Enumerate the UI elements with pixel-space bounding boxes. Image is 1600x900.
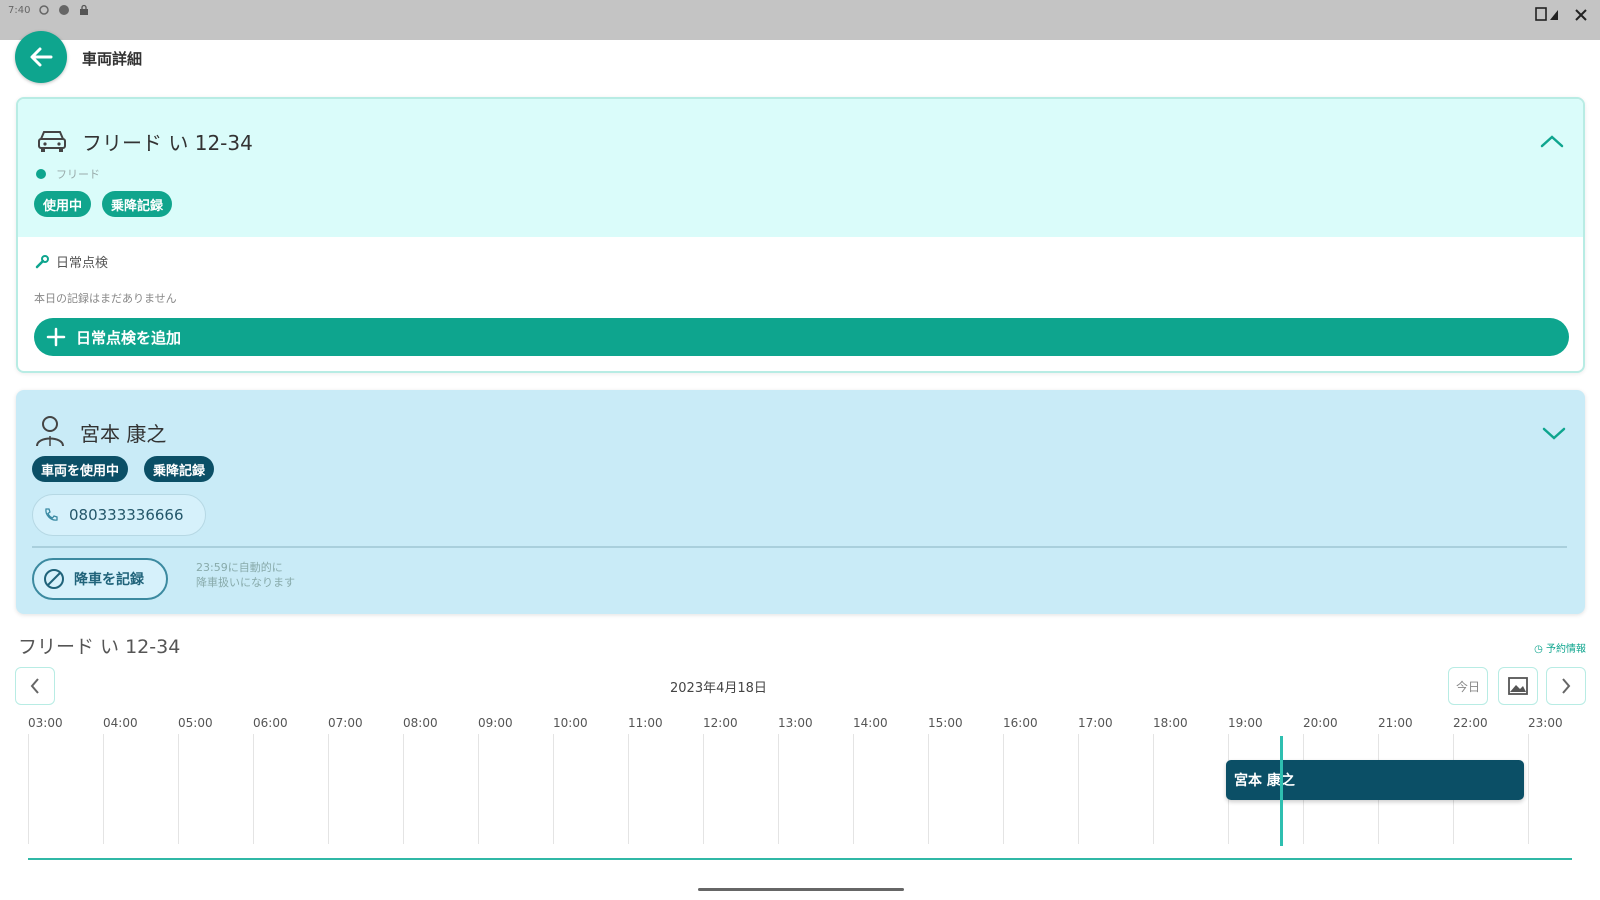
- phone-number: 080333336666: [69, 506, 184, 524]
- no-entry-icon: [44, 569, 64, 589]
- hour-label: 05:00: [178, 716, 213, 730]
- today-label: 今日: [1455, 679, 1480, 694]
- close-icon[interactable]: [1574, 8, 1588, 22]
- hour-gridline: [1528, 734, 1529, 844]
- hour-label: 10:00: [553, 716, 588, 730]
- current-time-line: [1280, 736, 1283, 846]
- hour-label: 14:00: [853, 716, 888, 730]
- hour-gridline: [778, 734, 779, 844]
- schedule-date: 2023年4月18日: [670, 681, 767, 696]
- timeline[interactable]: 03:00 04:00 05:00 06:00 07:00 08:00 09:00 10:00…: [0, 710, 1600, 860]
- no-record-note: 本日の記録はまだありません: [34, 292, 177, 305]
- hour-label: 23:00: [1528, 716, 1563, 730]
- car-icon: [38, 131, 66, 152]
- hour-gridline: [1078, 734, 1079, 844]
- hour-label: 06:00: [253, 716, 288, 730]
- auto-alighting-note: 23:59に自動的に 降車扱いになります: [196, 560, 356, 590]
- image-icon: [1508, 677, 1528, 695]
- hour-label: 15:00: [928, 716, 963, 730]
- prev-day-button[interactable]: [15, 667, 55, 705]
- hour-gridline: [1153, 734, 1154, 844]
- hour-gridline: [28, 734, 29, 844]
- hour-gridline: [628, 734, 629, 844]
- status-dot: [36, 169, 46, 179]
- add-daily-inspection-button[interactable]: 日常点検を追加: [34, 318, 1569, 356]
- hour-gridline: [1003, 734, 1004, 844]
- hour-label: 21:00: [1378, 716, 1413, 730]
- notification-status-icon: [59, 5, 70, 15]
- reservation-icon: ◷: [1534, 644, 1546, 655]
- signal-icon: [1535, 7, 1558, 21]
- hour-label: 11:00: [628, 716, 663, 730]
- hour-label: 19:00: [1228, 716, 1263, 730]
- record-alighting-button[interactable]: 降車を記録: [32, 558, 168, 600]
- driver-card: 宮本 康之 車両を使用中 乗降記録 080333336666 降車を記録 23:…: [16, 390, 1585, 614]
- hour-label: 22:00: [1453, 716, 1488, 730]
- hour-gridline: [103, 734, 104, 844]
- vehicle-card-header[interactable]: フリード い 12-34 フリード 使用中 乗降記録: [18, 99, 1583, 237]
- hour-label: 18:00: [1153, 716, 1188, 730]
- reservation-event[interactable]: 宮本 康之: [1226, 760, 1524, 800]
- vehicle-name: フリード い 12-34: [82, 131, 253, 155]
- status-bar: 7:40: [0, 0, 1600, 40]
- chevron-right-icon: [1562, 678, 1571, 694]
- arrow-left-icon: [30, 47, 53, 67]
- reservation-link-label: 予約情報: [1546, 644, 1586, 655]
- hour-gridline: [403, 734, 404, 844]
- hour-gridline: [928, 734, 929, 844]
- hour-label: 07:00: [328, 716, 363, 730]
- hour-label: 16:00: [1003, 716, 1038, 730]
- hour-label: 12:00: [703, 716, 738, 730]
- hour-gridline: [328, 734, 329, 844]
- status-time: 7:40: [8, 4, 31, 16]
- hour-gridline: [703, 734, 704, 844]
- auto-note-line1: 23:59に自動的に: [196, 561, 283, 574]
- hour-gridline: [478, 734, 479, 844]
- timeline-baseline: [28, 858, 1572, 860]
- hour-gridline: [253, 734, 254, 844]
- phone-icon: [45, 508, 58, 521]
- driver-boarding-record-badge: 乗降記録: [144, 456, 215, 482]
- using-vehicle-badge: 車両を使用中: [32, 456, 129, 482]
- chevron-down-icon[interactable]: [1541, 426, 1567, 442]
- auto-note-line2: 降車扱いになります: [196, 576, 295, 589]
- plus-icon: [46, 327, 66, 347]
- settings-status-icon: [39, 5, 50, 15]
- back-button[interactable]: [15, 31, 67, 83]
- hour-label: 09:00: [478, 716, 513, 730]
- hour-gridline: [178, 734, 179, 844]
- daily-inspection-title: 日常点検: [56, 256, 109, 271]
- hour-gridline: [853, 734, 854, 844]
- hour-gridline: [553, 734, 554, 844]
- in-use-badge: 使用中: [34, 191, 92, 217]
- chevron-left-icon: [30, 678, 39, 694]
- schedule-title: フリード い 12-34: [18, 636, 181, 658]
- next-day-button[interactable]: [1546, 667, 1586, 705]
- reservation-info-link[interactable]: ◷ 予約情報: [1534, 640, 1586, 655]
- hour-label: 03:00: [28, 716, 63, 730]
- wrench-icon: [35, 255, 49, 269]
- phone-button[interactable]: 080333336666: [32, 494, 206, 536]
- hour-label: 17:00: [1078, 716, 1113, 730]
- driver-name: 宮本 康之: [80, 422, 167, 446]
- today-button[interactable]: 今日: [1448, 667, 1488, 705]
- image-button[interactable]: [1498, 667, 1538, 705]
- record-button-label: 降車を記録: [74, 572, 144, 588]
- home-indicator[interactable]: [698, 888, 904, 891]
- lock-status-icon: [80, 4, 89, 15]
- boarding-record-badge: 乗降記録: [102, 191, 173, 217]
- hour-label: 13:00: [778, 716, 813, 730]
- add-button-label: 日常点検を追加: [76, 328, 182, 347]
- hour-label: 04:00: [103, 716, 138, 730]
- hour-label: 08:00: [403, 716, 438, 730]
- chevron-up-icon[interactable]: [1539, 133, 1565, 149]
- hour-label: 20:00: [1303, 716, 1338, 730]
- page-title: 車両詳細: [82, 50, 143, 68]
- vehicle-card: フリード い 12-34 フリード 使用中 乗降記録 日常点検 本日の記録はまだ…: [16, 97, 1585, 373]
- vehicle-type: フリード: [56, 168, 100, 181]
- user-icon: [36, 416, 64, 447]
- divider: [32, 546, 1567, 548]
